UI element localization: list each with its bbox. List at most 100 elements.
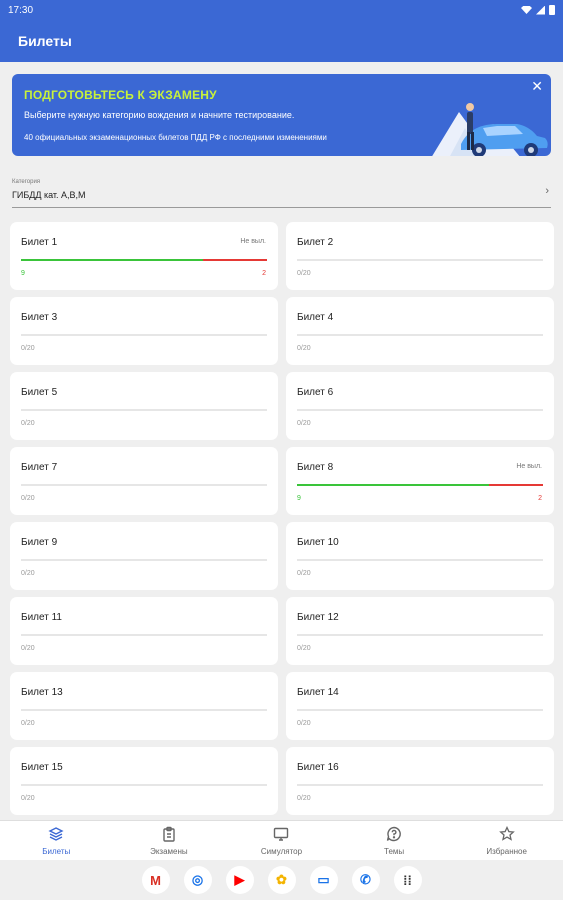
status-icons: [521, 5, 555, 15]
banner-text-secondary: 40 официальных экзаменационных билетов П…: [24, 133, 327, 142]
ticket-progress-text: 0/20: [21, 645, 35, 652]
ticket-progress-text: 0/20: [297, 795, 311, 802]
category-selector[interactable]: Категория ГИБДД кат. A,B,M ›: [12, 178, 551, 208]
nav-item-2[interactable]: Симулятор: [225, 821, 338, 860]
ticket-title: Билет 13: [21, 687, 63, 698]
ticket-title: Билет 7: [21, 462, 58, 473]
banner-text-primary: Выберите нужную категорию вождения и нач…: [24, 110, 295, 120]
photos-icon[interactable]: ✿: [267, 866, 296, 894]
messages-icon[interactable]: ▭: [309, 866, 338, 894]
ticket-card[interactable]: Билет 15 0/20: [10, 747, 278, 815]
ticket-progress-text: 0/20: [21, 495, 35, 502]
system-dock: M ◎ ▶ ✿ ▭ ✆ ⁞⁞: [0, 860, 563, 900]
ticket-card[interactable]: Билет 10 0/20: [286, 522, 554, 590]
ticket-title: Билет 4: [297, 312, 334, 323]
nav-item-label: Билеты: [42, 846, 71, 856]
ticket-title: Билет 2: [297, 237, 334, 248]
ticket-card[interactable]: Билет 9 0/20: [10, 522, 278, 590]
nav-item-label: Симулятор: [260, 846, 303, 856]
ticket-card[interactable]: Билет 4 0/20: [286, 297, 554, 365]
ticket-progress-bar: [21, 334, 267, 336]
progress-wrong-segment: [488, 484, 543, 486]
ticket-card[interactable]: Билет 6 0/20: [286, 372, 554, 440]
ticket-progress-text: 0/20: [297, 720, 311, 727]
ticket-card[interactable]: Билет 1 Не выл. 9 2: [10, 222, 278, 290]
ticket-progress-bar: [21, 484, 267, 486]
wifi-icon: [521, 6, 532, 14]
ticket-card[interactable]: Билет 7 0/20: [10, 447, 278, 515]
ticket-title: Билет 8: [297, 462, 334, 473]
ticket-progress-bar: [21, 409, 267, 411]
layers-icon: [48, 826, 64, 844]
star-icon: [498, 825, 515, 844]
ticket-card[interactable]: Билет 13 0/20: [10, 672, 278, 740]
correct-count: 9: [297, 495, 301, 502]
ticket-progress-bar: [21, 709, 267, 711]
progress-correct-segment: [21, 259, 204, 261]
close-icon[interactable]: ✕: [531, 78, 543, 94]
ticket-progress-text: 0/20: [21, 720, 35, 727]
ticket-progress-text: 0/20: [21, 420, 35, 427]
chrome-icon[interactable]: ◎: [183, 866, 212, 894]
gmail-icon[interactable]: M: [141, 866, 170, 894]
ticket-progress-text: 0/20: [297, 345, 311, 352]
ticket-progress-bar: [21, 784, 267, 786]
ticket-title: Билет 14: [297, 687, 339, 698]
ticket-progress-text: 0/20: [297, 645, 311, 652]
nav-item-4[interactable]: Избранное: [450, 821, 563, 860]
ticket-progress-text: 0/20: [297, 570, 311, 577]
ticket-progress-bar: [297, 259, 543, 261]
clipboard-icon: [161, 826, 177, 844]
youtube-icon[interactable]: ▶: [225, 866, 254, 894]
ticket-status: Не выл.: [516, 463, 542, 470]
ticket-card[interactable]: Билет 8 Не выл. 9 2: [286, 447, 554, 515]
app-drawer-icon[interactable]: ⁞⁞: [393, 866, 422, 894]
status-bar: 17:30: [0, 0, 563, 20]
ticket-title: Билет 3: [21, 312, 58, 323]
ticket-card[interactable]: Билет 16 0/20: [286, 747, 554, 815]
monitor-icon: [273, 826, 289, 844]
ticket-title: Билет 1: [21, 237, 58, 248]
wrong-count: 2: [262, 270, 266, 277]
ticket-title: Билет 16: [297, 762, 339, 773]
ticket-title: Билет 11: [21, 612, 62, 623]
category-label: Категория: [12, 179, 41, 185]
ticket-title: Билет 9: [21, 537, 58, 548]
wrong-count: 2: [538, 495, 542, 502]
progress-correct-segment: [297, 484, 489, 486]
ticket-card[interactable]: Билет 11 0/20: [10, 597, 278, 665]
ticket-card[interactable]: Билет 3 0/20: [10, 297, 278, 365]
nav-item-0[interactable]: Билеты: [0, 821, 113, 860]
ticket-progress-bar: [297, 409, 543, 411]
ticket-title: Билет 15: [21, 762, 63, 773]
ticket-progress-bar: [297, 709, 543, 711]
phone-icon[interactable]: ✆: [351, 866, 380, 894]
ticket-progress-text: 0/20: [21, 795, 35, 802]
ticket-progress-bar: [21, 559, 267, 561]
ticket-card[interactable]: Билет 5 0/20: [10, 372, 278, 440]
ticket-progress-text: 0/20: [297, 270, 311, 277]
nav-item-label: Темы: [384, 846, 405, 856]
ticket-title: Билет 10: [297, 537, 339, 548]
nav-item-3[interactable]: Темы: [338, 821, 451, 860]
ticket-card[interactable]: Билет 2 0/20: [286, 222, 554, 290]
ticket-progress-text: 0/20: [21, 570, 35, 577]
category-value: ГИБДД кат. A,B,M: [12, 190, 86, 200]
ticket-card[interactable]: Билет 14 0/20: [286, 672, 554, 740]
help-bubble-icon: [386, 826, 402, 844]
ticket-progress-bar: [297, 559, 543, 561]
correct-count: 9: [21, 270, 25, 277]
page-title: Билеты: [18, 33, 72, 49]
ticket-card[interactable]: Билет 12 0/20: [286, 597, 554, 665]
app-bar: Билеты: [0, 20, 563, 62]
ticket-progress-bar: [297, 484, 543, 486]
nav-item-1[interactable]: Экзамены: [113, 821, 226, 860]
nav-item-label: Избранное: [486, 846, 527, 856]
exam-promo-banner[interactable]: ПОДГОТОВЬТЕСЬ К ЭКЗАМЕНУ Выберите нужную…: [12, 74, 551, 156]
status-time: 17:30: [8, 4, 34, 16]
signal-icon: [536, 5, 545, 15]
banner-title: ПОДГОТОВЬТЕСЬ К ЭКЗАМЕНУ: [24, 88, 217, 102]
ticket-progress-bar: [21, 259, 267, 261]
battery-icon: [549, 5, 555, 15]
ticket-status: Не выл.: [240, 238, 266, 245]
